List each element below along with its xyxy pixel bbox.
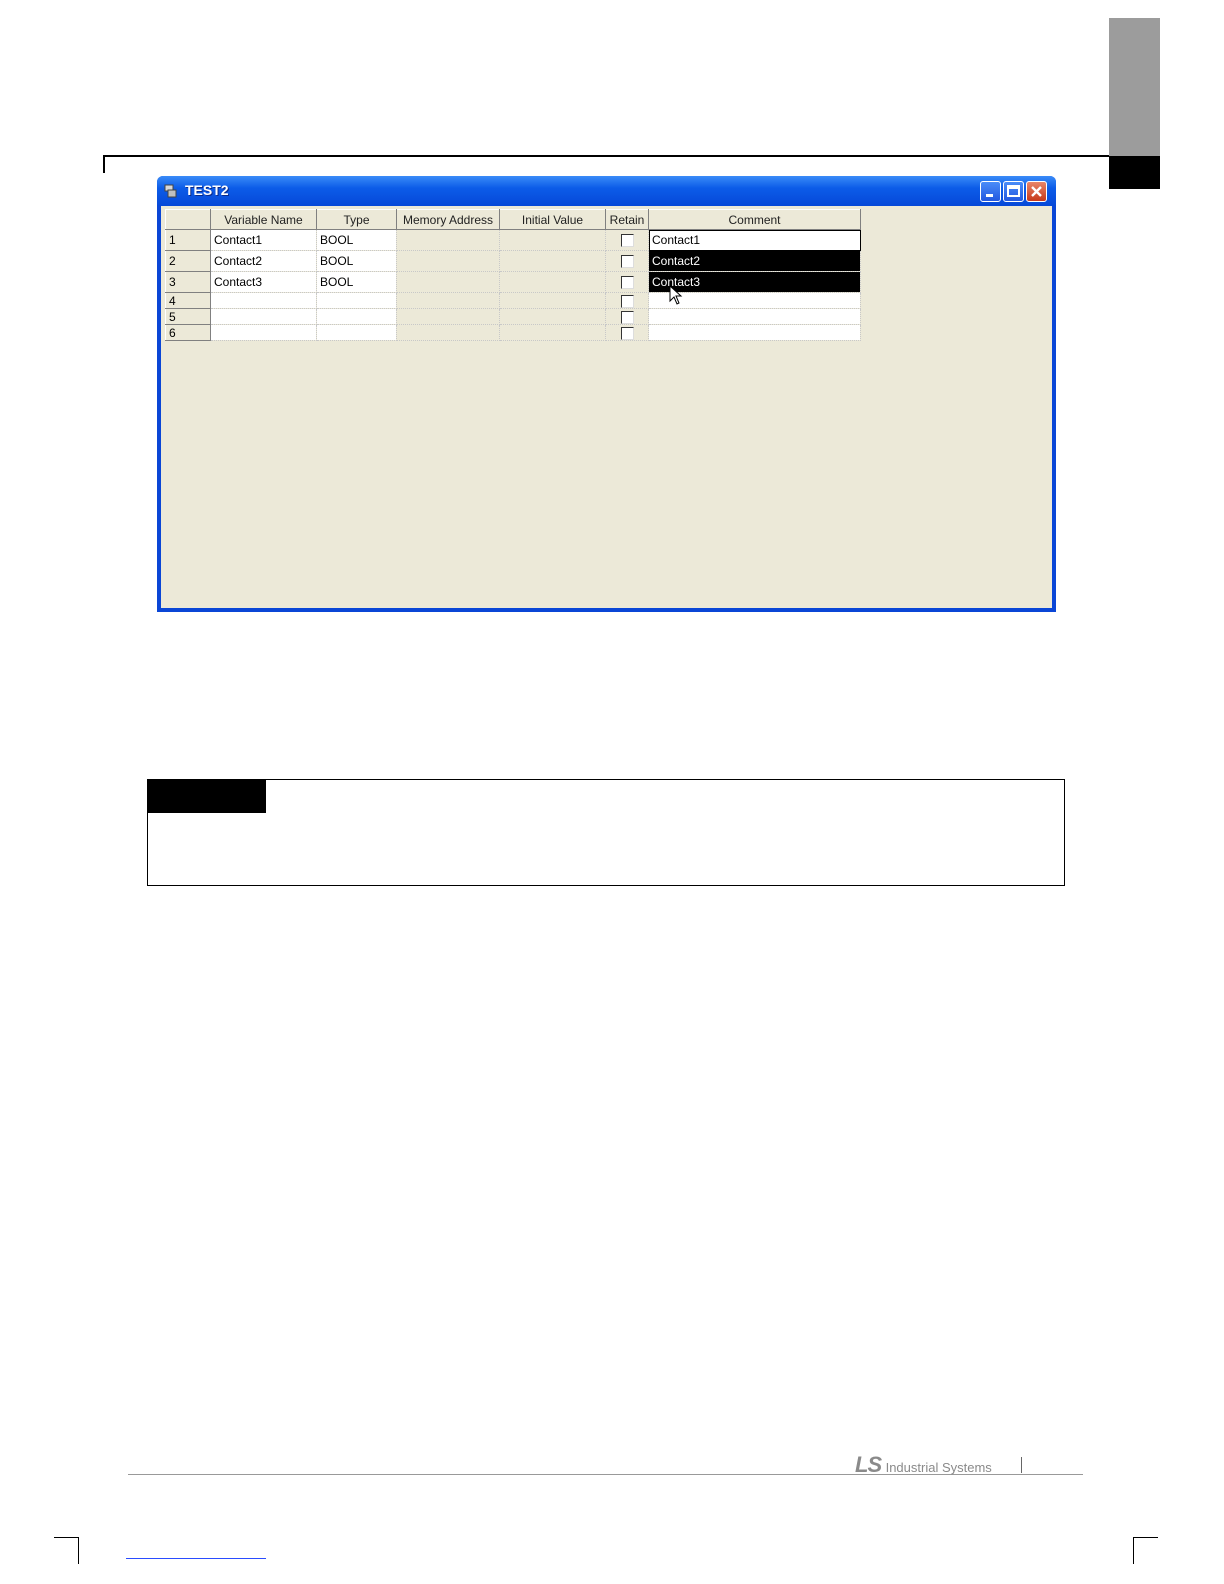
company-logo: LS Industrial Systems bbox=[855, 1452, 992, 1478]
column-header-variable-name[interactable]: Variable Name bbox=[210, 209, 317, 230]
comment-cell[interactable] bbox=[648, 324, 861, 341]
crop-mark bbox=[1133, 1537, 1134, 1564]
memory-address-cell[interactable] bbox=[396, 271, 500, 293]
memory-address-cell[interactable] bbox=[396, 250, 500, 272]
type-cell[interactable] bbox=[316, 292, 397, 309]
row-number[interactable]: 5 bbox=[165, 308, 211, 325]
variable-name-cell[interactable] bbox=[210, 308, 317, 325]
logo-text: Industrial Systems bbox=[885, 1460, 992, 1475]
close-icon bbox=[1031, 186, 1042, 197]
column-header-type[interactable]: Type bbox=[316, 209, 397, 230]
retain-checkbox[interactable] bbox=[620, 294, 634, 308]
memory-address-cell[interactable] bbox=[396, 308, 500, 325]
note-label-block bbox=[147, 779, 266, 813]
type-cell[interactable] bbox=[316, 324, 397, 341]
initial-value-cell[interactable] bbox=[499, 308, 606, 325]
variable-name-cell[interactable]: Contact2 bbox=[210, 250, 317, 272]
table-row: 4 bbox=[165, 292, 861, 309]
memory-address-cell[interactable] bbox=[396, 292, 500, 309]
minimize-button[interactable] bbox=[980, 181, 1001, 202]
retain-cell bbox=[605, 324, 649, 341]
table-row: 5 bbox=[165, 308, 861, 325]
initial-value-cell[interactable] bbox=[499, 324, 606, 341]
close-button[interactable] bbox=[1026, 181, 1047, 202]
initial-value-cell[interactable] bbox=[499, 271, 606, 293]
retain-cell bbox=[605, 308, 649, 325]
column-header-memory-address[interactable]: Memory Address bbox=[396, 209, 500, 230]
header-rule-tick bbox=[103, 155, 105, 173]
variable-name-cell[interactable] bbox=[210, 292, 317, 309]
variable-grid: Variable Name Type Memory Address Initia… bbox=[165, 209, 861, 341]
table-row: 6 bbox=[165, 324, 861, 341]
retain-cell bbox=[605, 229, 649, 251]
maximize-button[interactable] bbox=[1003, 181, 1024, 202]
mouse-pointer-icon bbox=[669, 285, 683, 305]
note-box bbox=[147, 779, 1065, 886]
retain-cell bbox=[605, 271, 649, 293]
row-number[interactable]: 6 bbox=[165, 324, 211, 341]
window-titlebar[interactable]: TEST2 bbox=[157, 176, 1056, 206]
app-icon bbox=[164, 184, 177, 198]
window-title: TEST2 bbox=[185, 182, 229, 198]
table-row: 3 Contact3 BOOL Contact3 bbox=[165, 271, 861, 293]
initial-value-cell[interactable] bbox=[499, 229, 606, 251]
retain-checkbox[interactable] bbox=[620, 255, 634, 269]
grid-header-row: Variable Name Type Memory Address Initia… bbox=[165, 209, 861, 230]
window-client-area: Variable Name Type Memory Address Initia… bbox=[161, 206, 1052, 608]
variable-window: TEST2 Variable Name Type Memory Address bbox=[157, 176, 1056, 612]
comment-cell[interactable]: Contact1 bbox=[648, 229, 861, 251]
memory-address-cell[interactable] bbox=[396, 324, 500, 341]
initial-value-cell[interactable] bbox=[499, 292, 606, 309]
chapter-tab bbox=[1109, 18, 1160, 156]
header-rule bbox=[103, 155, 1109, 157]
logo-mark: LS bbox=[855, 1452, 882, 1477]
footer-link-underline[interactable] bbox=[126, 1558, 266, 1559]
minimize-icon bbox=[986, 194, 993, 197]
variable-name-cell[interactable]: Contact3 bbox=[210, 271, 317, 293]
column-header-initial-value[interactable]: Initial Value bbox=[499, 209, 606, 230]
type-cell[interactable]: BOOL bbox=[316, 271, 397, 293]
column-header-retain[interactable]: Retain bbox=[605, 209, 649, 230]
retain-checkbox[interactable] bbox=[620, 276, 634, 290]
type-cell[interactable]: BOOL bbox=[316, 229, 397, 251]
table-row: 1 Contact1 BOOL Contact1 bbox=[165, 229, 861, 251]
crop-mark bbox=[1133, 1537, 1158, 1538]
retain-cell bbox=[605, 250, 649, 272]
row-number[interactable]: 4 bbox=[165, 292, 211, 309]
retain-checkbox[interactable] bbox=[620, 310, 634, 324]
row-number[interactable]: 2 bbox=[165, 250, 211, 272]
maximize-icon bbox=[1007, 185, 1020, 197]
type-cell[interactable] bbox=[316, 308, 397, 325]
column-header-comment[interactable]: Comment bbox=[648, 209, 861, 230]
row-number[interactable]: 3 bbox=[165, 271, 211, 293]
initial-value-cell[interactable] bbox=[499, 250, 606, 272]
table-row: 2 Contact2 BOOL Contact2 bbox=[165, 250, 861, 272]
corner-header[interactable] bbox=[165, 209, 211, 230]
row-number[interactable]: 1 bbox=[165, 229, 211, 251]
variable-name-cell[interactable] bbox=[210, 324, 317, 341]
retain-checkbox[interactable] bbox=[620, 326, 634, 340]
comment-cell[interactable] bbox=[648, 308, 861, 325]
retain-checkbox[interactable] bbox=[620, 234, 634, 248]
memory-address-cell[interactable] bbox=[396, 229, 500, 251]
chapter-tab-marker bbox=[1109, 156, 1160, 189]
comment-cell-selected[interactable]: Contact2 bbox=[648, 250, 861, 272]
variable-name-cell[interactable]: Contact1 bbox=[210, 229, 317, 251]
retain-cell bbox=[605, 292, 649, 309]
footer-separator bbox=[1021, 1457, 1022, 1473]
crop-mark bbox=[54, 1537, 79, 1538]
crop-mark bbox=[78, 1537, 79, 1564]
type-cell[interactable]: BOOL bbox=[316, 250, 397, 272]
